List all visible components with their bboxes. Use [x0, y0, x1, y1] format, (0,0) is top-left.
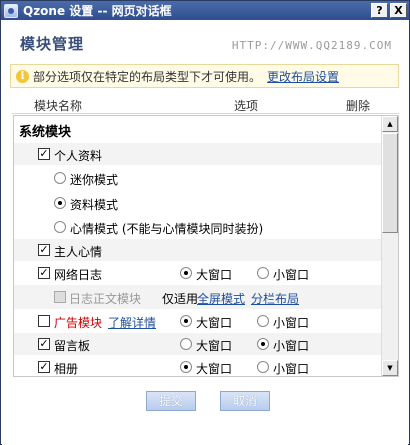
mood-mode-radio[interactable]: [54, 221, 66, 233]
ads-label: 广告模块: [54, 316, 103, 330]
owner-mood-label: 主人心情: [54, 245, 103, 259]
guestbook-big-window-radio[interactable]: [180, 338, 192, 350]
module-row-info-mode: 资料模式: [14, 191, 382, 215]
album-label: 相册: [54, 362, 79, 376]
album-big-window-label: 大窗口: [196, 362, 233, 376]
cancel-button[interactable]: 取消: [220, 391, 270, 411]
scroll-down-icon[interactable]: ▼: [382, 360, 398, 376]
guestbook-big-window-label: 大窗口: [196, 339, 233, 353]
profile-label: 个人资料: [54, 149, 103, 163]
info-mode-radio[interactable]: [54, 197, 66, 209]
vertical-scrollbar[interactable]: ▲ ▼: [381, 116, 398, 376]
notice-bar: i 部分选项仅在特定的布局类型下才可使用。 更改布局设置: [10, 64, 399, 88]
owner-mood-checkbox[interactable]: ✓: [38, 244, 50, 256]
watermark-url: HTTP://WWW.QQ2189.COM: [231, 39, 392, 52]
fullscreen-mode-link[interactable]: 全屏模式: [197, 290, 245, 307]
scroll-thumb[interactable]: [382, 133, 398, 233]
ads-details-link[interactable]: 了解详情: [108, 314, 156, 331]
column-options: 选项: [234, 99, 259, 113]
info-icon: i: [16, 69, 29, 83]
blog-checkbox[interactable]: ✓: [38, 267, 50, 279]
module-row-album: ✓ 相册 大窗口 小窗口: [14, 355, 382, 376]
module-row-blog-body: 日志正文模块 仅适用 全屏模式 分栏布局: [14, 285, 382, 309]
column-delete: 删除: [346, 99, 371, 113]
mini-mode-label: 迷你模式: [70, 173, 119, 187]
blog-body-note: 仅适用: [162, 292, 199, 306]
blog-body-label: 日志正文模块: [69, 292, 142, 306]
ads-big-window-label: 大窗口: [196, 316, 233, 330]
section-title: 系统模块: [19, 125, 72, 140]
blog-big-window-label: 大窗口: [196, 268, 233, 282]
column-module-name: 模块名称: [34, 99, 83, 113]
module-row-mini-mode: 迷你模式: [14, 165, 382, 191]
ads-checkbox[interactable]: [38, 315, 50, 327]
info-mode-label: 资料模式: [70, 198, 119, 212]
dialog-window: Qzone 设置 -- 网页对话框 ? X 模块管理 HTTP://WWW.QQ…: [0, 0, 410, 445]
blog-body-checkbox: [54, 291, 66, 303]
module-row-owner-mood: ✓ 主人心情: [14, 239, 382, 261]
close-button[interactable]: X: [390, 3, 407, 18]
footer: 提交 取消: [2, 379, 408, 445]
module-row-guestbook: ✓ 留言板 大窗口 小窗口: [14, 333, 382, 355]
album-small-window-label: 小窗口: [273, 362, 310, 376]
guestbook-small-window-label: 小窗口: [273, 339, 310, 353]
blog-big-window-radio[interactable]: [180, 267, 192, 279]
window-title: Qzone 设置 -- 网页对话框: [23, 4, 172, 18]
module-row-profile: ✓ 个人资料: [14, 143, 382, 165]
guestbook-checkbox[interactable]: ✓: [38, 338, 50, 350]
submit-button[interactable]: 提交: [146, 391, 196, 411]
header: 模块管理 HTTP://WWW.QQ2189.COM: [2, 20, 408, 66]
ads-small-window-radio[interactable]: [257, 315, 269, 327]
blog-label: 网络日志: [54, 268, 103, 282]
guestbook-label: 留言板: [54, 339, 91, 353]
change-layout-link[interactable]: 更改布局设置: [267, 68, 339, 85]
blog-small-window-radio[interactable]: [257, 267, 269, 279]
album-big-window-radio[interactable]: [180, 361, 192, 373]
ads-big-window-radio[interactable]: [180, 315, 192, 327]
section-row: 系统模块: [14, 116, 382, 143]
profile-checkbox[interactable]: ✓: [38, 148, 50, 160]
guestbook-small-window-radio[interactable]: [257, 338, 269, 350]
mini-mode-radio[interactable]: [54, 172, 66, 184]
mood-mode-label: 心情模式 (不能与心情模块同时装扮): [70, 222, 264, 236]
module-list: 系统模块 ✓ 个人资料 迷你模式 资料模式 心情模式 (不能与心情模块同时装扮)…: [13, 115, 399, 377]
page-title: 模块管理: [20, 35, 85, 53]
column-header: 模块名称 选项 删除: [12, 96, 399, 114]
module-row-blog: ✓ 网络日志 大窗口 小窗口: [14, 261, 382, 285]
blog-small-window-label: 小窗口: [273, 268, 310, 282]
scroll-up-icon[interactable]: ▲: [382, 116, 398, 132]
help-button[interactable]: ?: [371, 3, 388, 18]
app-icon: [4, 3, 18, 18]
ads-small-window-label: 小窗口: [273, 316, 310, 330]
module-row-mood-mode: 心情模式 (不能与心情模块同时装扮): [14, 215, 382, 239]
notice-text: 部分选项仅在特定的布局类型下才可使用。: [33, 69, 262, 84]
module-row-ads: 广告模块 了解详情 大窗口 小窗口: [14, 309, 382, 333]
column-layout-link[interactable]: 分栏布局: [251, 290, 299, 307]
album-small-window-radio[interactable]: [257, 361, 269, 373]
title-bar: Qzone 设置 -- 网页对话框 ? X: [1, 1, 409, 20]
album-checkbox[interactable]: ✓: [38, 361, 50, 373]
